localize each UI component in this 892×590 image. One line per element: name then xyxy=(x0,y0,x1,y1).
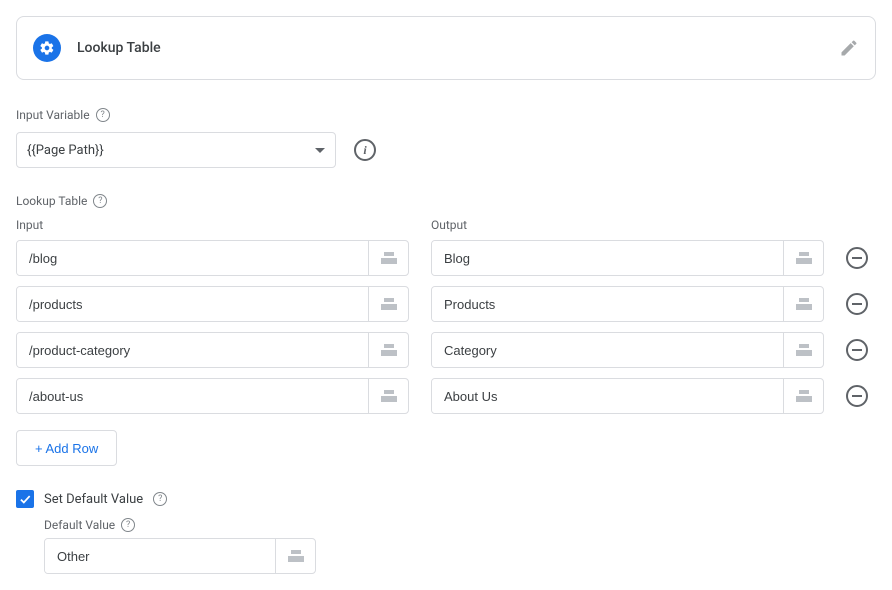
input-field[interactable] xyxy=(16,240,409,276)
help-icon[interactable]: ? xyxy=(93,194,107,208)
brick-icon xyxy=(381,344,397,356)
table-row xyxy=(16,378,876,414)
default-value-input[interactable] xyxy=(45,539,275,573)
variable-picker-button[interactable] xyxy=(783,333,823,367)
help-icon[interactable]: ? xyxy=(96,108,110,122)
default-value-label: Default Value ? xyxy=(44,518,876,532)
input-cell[interactable] xyxy=(17,333,368,367)
info-icon[interactable]: i xyxy=(354,139,376,161)
table-row xyxy=(16,240,876,276)
brick-icon xyxy=(796,344,812,356)
input-variable-label: Input Variable ? xyxy=(16,108,876,122)
brick-icon xyxy=(381,390,397,402)
output-cell[interactable] xyxy=(432,379,783,413)
variable-picker-button[interactable] xyxy=(368,287,408,321)
card-title: Lookup Table xyxy=(77,40,839,56)
remove-row-button[interactable] xyxy=(846,385,868,407)
variable-picker-button[interactable] xyxy=(368,379,408,413)
pencil-icon[interactable] xyxy=(839,38,859,58)
brick-icon xyxy=(796,390,812,402)
brick-icon xyxy=(796,252,812,264)
help-icon[interactable]: ? xyxy=(153,492,167,506)
input-variable-select[interactable]: {{Page Path}} xyxy=(16,132,336,168)
lookup-table: Input Output + Add Row xyxy=(16,218,876,466)
set-default-label: Set Default Value xyxy=(44,492,143,507)
column-header-output: Output xyxy=(431,218,824,232)
input-cell[interactable] xyxy=(17,287,368,321)
remove-row-button[interactable] xyxy=(846,339,868,361)
variable-picker-button[interactable] xyxy=(783,379,823,413)
default-value-field[interactable] xyxy=(44,538,316,574)
variable-picker-button[interactable] xyxy=(275,539,315,573)
output-field[interactable] xyxy=(431,378,824,414)
table-row xyxy=(16,332,876,368)
add-row-button[interactable]: + Add Row xyxy=(16,430,117,466)
chevron-down-icon xyxy=(315,148,325,153)
remove-row-button[interactable] xyxy=(846,247,868,269)
brick-icon xyxy=(288,550,304,562)
gear-badge-icon xyxy=(33,34,61,62)
remove-row-button[interactable] xyxy=(846,293,868,315)
input-field[interactable] xyxy=(16,286,409,322)
output-field[interactable] xyxy=(431,240,824,276)
help-icon[interactable]: ? xyxy=(121,518,135,532)
column-header-input: Input xyxy=(16,218,409,232)
output-cell[interactable] xyxy=(432,241,783,275)
variable-picker-button[interactable] xyxy=(783,241,823,275)
input-variable-value: {{Page Path}} xyxy=(27,143,104,158)
input-cell[interactable] xyxy=(17,241,368,275)
input-cell[interactable] xyxy=(17,379,368,413)
variable-type-card[interactable]: Lookup Table xyxy=(16,16,876,80)
variable-picker-button[interactable] xyxy=(368,241,408,275)
variable-picker-button[interactable] xyxy=(368,333,408,367)
output-cell[interactable] xyxy=(432,333,783,367)
brick-icon xyxy=(796,298,812,310)
variable-picker-button[interactable] xyxy=(783,287,823,321)
output-field[interactable] xyxy=(431,332,824,368)
brick-icon xyxy=(381,252,397,264)
table-row xyxy=(16,286,876,322)
output-cell[interactable] xyxy=(432,287,783,321)
set-default-checkbox[interactable] xyxy=(16,490,34,508)
lookup-table-label: Lookup Table ? xyxy=(16,194,876,208)
brick-icon xyxy=(381,298,397,310)
input-field[interactable] xyxy=(16,332,409,368)
input-field[interactable] xyxy=(16,378,409,414)
output-field[interactable] xyxy=(431,286,824,322)
